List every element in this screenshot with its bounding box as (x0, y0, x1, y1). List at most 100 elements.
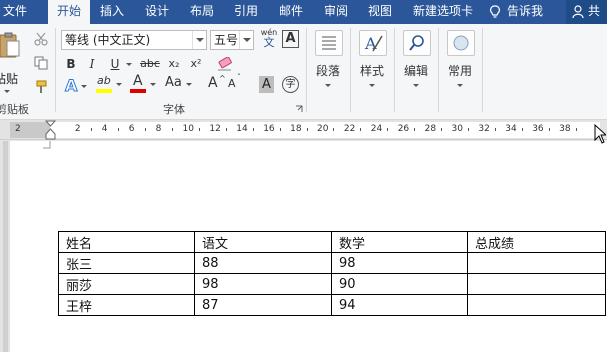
crop-mark-icon (43, 141, 51, 149)
ruler-number: 32 (478, 124, 490, 134)
copy-icon[interactable] (34, 56, 48, 70)
ruler-number: 12 (209, 124, 221, 134)
phonetic-bottom: 文 (263, 36, 275, 49)
table-cell[interactable]: 88 (194, 252, 332, 274)
table-cell[interactable]: 张三 (58, 252, 195, 274)
shrink-font-arrow-icon: ˇ (237, 73, 241, 82)
editing-label: 编辑 (403, 64, 428, 78)
tab-file[interactable]: 文件 (0, 0, 30, 24)
ruler-number: 2 (15, 124, 21, 134)
change-case-label: Aa (165, 75, 182, 90)
strikethrough-button[interactable]: abc (138, 54, 162, 74)
text-effects-button[interactable]: A (63, 76, 89, 96)
table-cell[interactable]: 姓名 (58, 231, 195, 253)
score-table[interactable]: 姓名 语文 数学 总成绩 张三 88 98 丽莎 98 90 王梓 87 94 (58, 231, 606, 316)
highlight-button[interactable]: ab (95, 74, 125, 96)
tab-mailings[interactable]: 邮件 (273, 0, 309, 24)
clipboard-group-label: 剪贴板 (0, 103, 29, 116)
text-effects-icon: A (64, 76, 78, 96)
person-icon (572, 5, 584, 19)
indent-marker-icon[interactable] (45, 120, 56, 140)
common-button[interactable]: 常用 (440, 28, 480, 112)
enclose-characters-button[interactable]: 字 (282, 76, 299, 93)
ruler-number: 14 (236, 124, 248, 134)
underline-button[interactable]: U (106, 54, 124, 74)
tab-references[interactable]: 引用 (228, 0, 264, 24)
font-size-combo[interactable]: 五号 (210, 30, 254, 50)
ruler-tick (467, 128, 469, 131)
ribbon-tab-bar: 文件 开始 插入 设计 布局 引用 邮件 审阅 视图 新建选项卡 告诉我 共享 (0, 0, 607, 40)
table-cell[interactable]: 98 (194, 273, 332, 295)
share-button[interactable]: 共享 (566, 0, 607, 40)
table-cell[interactable]: 王梓 (58, 294, 195, 316)
tab-review[interactable]: 审阅 (318, 0, 354, 24)
character-shading-button[interactable]: A (259, 76, 274, 93)
font-name-combo[interactable]: 等线 (中文正文) (61, 30, 207, 50)
highlight-color-bar (96, 89, 112, 93)
font-color-button[interactable]: A (129, 73, 159, 96)
italic-button[interactable]: I (84, 54, 100, 74)
ruler-number: 6 (128, 124, 135, 134)
tab-view[interactable]: 视图 (362, 0, 398, 24)
paste-label: 粘贴 (0, 72, 18, 86)
horizontal-ruler[interactable]: 2 2 4 6 8 10 12 14 16 18 20 22 24 26 28 30 32 34 36 38 (0, 120, 607, 140)
table-cell[interactable]: 94 (331, 294, 468, 316)
grow-font-arrow-icon: ^ (219, 74, 226, 83)
table-cell[interactable]: 98 (331, 252, 468, 274)
ruler-number: 20 (317, 124, 329, 134)
search-icon (403, 30, 431, 56)
superscript-button[interactable]: x² (187, 54, 205, 74)
highlight-label: ab (97, 74, 111, 87)
paste-dropdown-caret[interactable] (4, 90, 10, 93)
font-group-label: 字体 (163, 103, 185, 116)
phonetic-guide-button[interactable]: wén 文 (260, 28, 278, 50)
character-border-button[interactable]: A (282, 30, 299, 48)
table-row: 王梓 87 94 (58, 294, 606, 316)
document-page[interactable]: 姓名 语文 数学 总成绩 张三 88 98 丽莎 98 90 王梓 87 94 (10, 141, 607, 352)
tab-design[interactable]: 设计 (139, 0, 175, 24)
change-case-button[interactable]: Aa (164, 74, 194, 96)
table-cell[interactable]: 90 (331, 273, 468, 295)
paragraph-caret (325, 84, 331, 87)
table-cell[interactable] (467, 273, 606, 295)
change-case-caret (186, 83, 192, 86)
table-cell[interactable]: 数学 (331, 231, 468, 253)
table-cell[interactable]: 丽莎 (58, 273, 195, 295)
table-cell[interactable]: 语文 (194, 231, 332, 253)
font-size-dropdown[interactable] (239, 31, 253, 49)
table-cell[interactable]: 87 (194, 294, 332, 316)
styles-caret (369, 84, 375, 87)
styles-icon: A (359, 30, 387, 56)
ruler-number: 34 (505, 124, 517, 134)
paragraph-button[interactable]: 段落 (308, 28, 348, 112)
underline-dropdown-caret[interactable] (126, 63, 132, 66)
tell-me-box[interactable]: 告诉我 (489, 0, 543, 24)
lightbulb-icon (490, 5, 500, 18)
ruler-number: 18 (290, 124, 302, 134)
enclose-characters-label: 字 (285, 79, 296, 90)
editing-button[interactable]: 编辑 (396, 28, 436, 112)
format-painter-icon[interactable] (34, 80, 48, 94)
tab-home[interactable]: 开始 (48, 0, 90, 24)
vertical-ruler-track (3, 141, 8, 352)
ruler-number: 28 (424, 124, 437, 134)
styles-button[interactable]: A 样式 (352, 28, 392, 112)
font-name-dropdown[interactable] (192, 31, 206, 49)
ruler-tick (575, 128, 577, 131)
tab-insert[interactable]: 插入 (94, 0, 130, 24)
tab-layout[interactable]: 布局 (184, 0, 220, 24)
dialog-launcher-icon[interactable] (295, 105, 303, 113)
clear-formatting-icon[interactable] (217, 57, 233, 71)
paragraph-icon (315, 30, 343, 56)
paste-button[interactable]: 粘贴 (0, 28, 28, 93)
subscript-button[interactable]: x₂ (165, 54, 183, 74)
table-cell[interactable]: 总成绩 (467, 231, 606, 253)
ruler-tick (360, 128, 362, 131)
table-cell[interactable] (467, 252, 606, 274)
bold-button[interactable]: B (62, 54, 80, 74)
ruler-tick (441, 128, 443, 131)
table-cell[interactable] (467, 294, 606, 316)
font-name-value: 等线 (中文正文) (65, 33, 151, 47)
cut-icon[interactable] (34, 32, 48, 46)
tab-new[interactable]: 新建选项卡 (404, 0, 482, 24)
